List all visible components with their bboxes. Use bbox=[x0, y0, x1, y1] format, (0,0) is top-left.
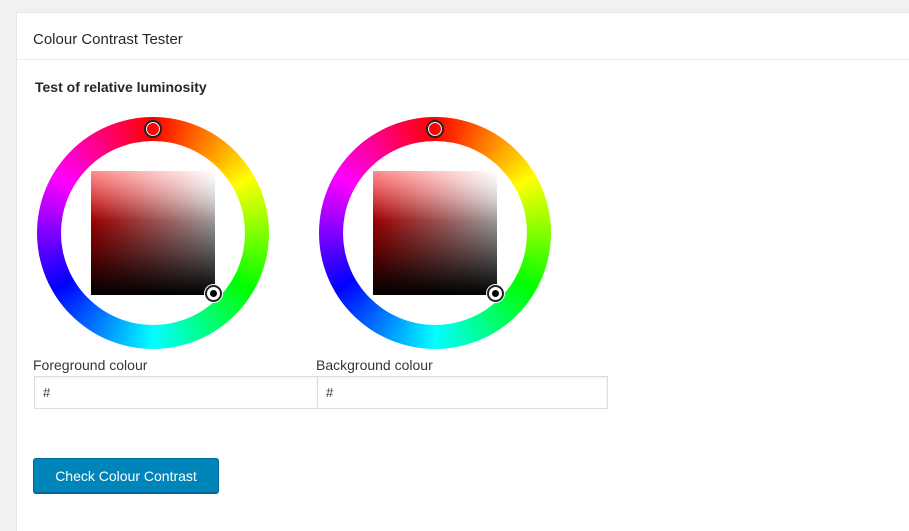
foreground-colour-input[interactable] bbox=[34, 376, 318, 409]
background-saturation-square[interactable] bbox=[373, 171, 497, 295]
panel-header: Colour Contrast Tester bbox=[17, 13, 909, 60]
section-heading: Test of relative luminosity bbox=[35, 79, 207, 95]
foreground-hue-handle[interactable] bbox=[144, 120, 162, 138]
background-colour-label: Background colour bbox=[316, 357, 433, 373]
foreground-saturation-square[interactable] bbox=[91, 171, 215, 295]
foreground-colour-picker[interactable] bbox=[37, 117, 269, 349]
background-colour-picker[interactable] bbox=[319, 117, 551, 349]
background-hue-handle[interactable] bbox=[426, 120, 444, 138]
foreground-colour-label: Foreground colour bbox=[33, 357, 148, 373]
panel-title: Colour Contrast Tester bbox=[33, 31, 183, 48]
background-colour-input[interactable] bbox=[317, 376, 608, 409]
colour-contrast-panel: Colour Contrast Tester Test of relative … bbox=[16, 12, 909, 531]
foreground-saturation-handle[interactable] bbox=[205, 285, 222, 302]
background-saturation-handle[interactable] bbox=[487, 285, 504, 302]
check-colour-contrast-button[interactable]: Check Colour Contrast bbox=[33, 458, 219, 493]
